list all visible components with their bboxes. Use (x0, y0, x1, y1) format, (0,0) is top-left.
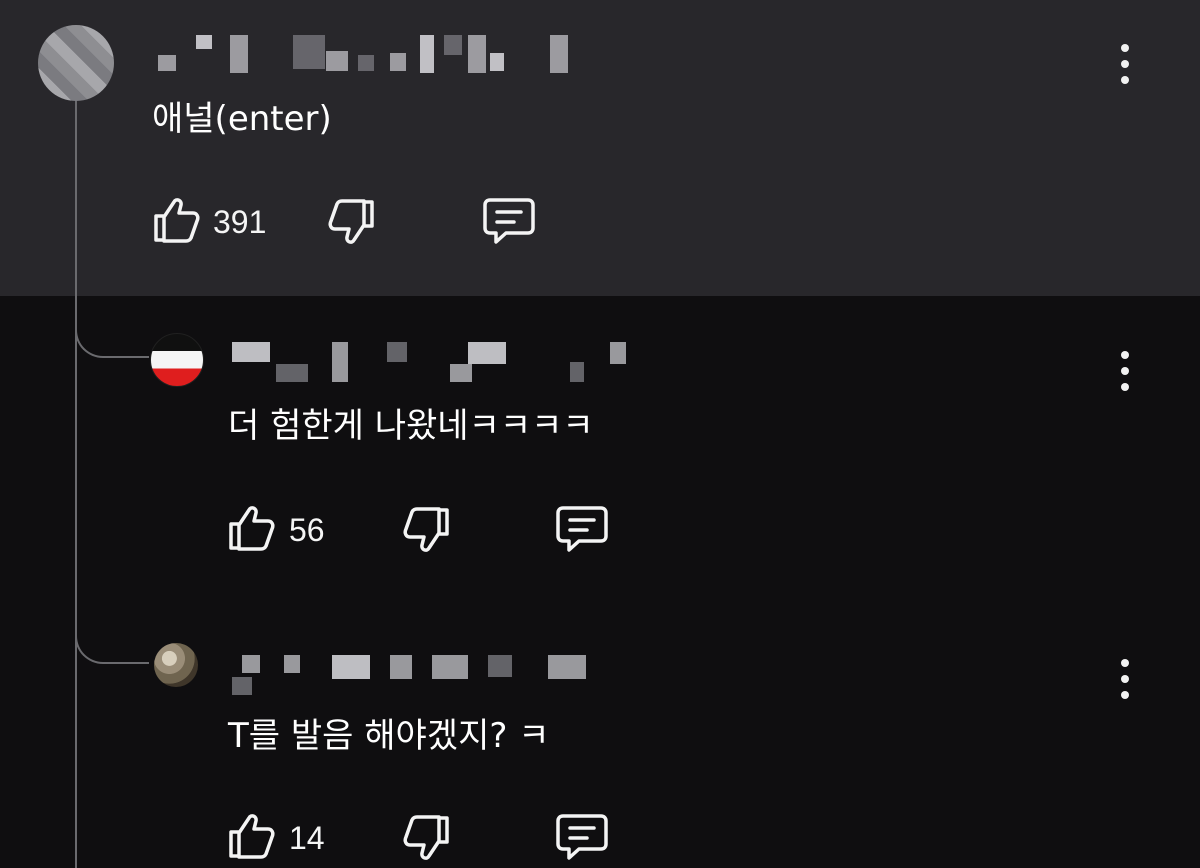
comment-actions: 391 (150, 193, 550, 249)
like-count: 56 (289, 512, 325, 548)
thumb-up-icon[interactable] (225, 809, 275, 863)
reply-icon[interactable] (555, 812, 609, 862)
avatar[interactable] (150, 333, 204, 387)
comment-text: 더 험한게 나왔네ㅋㅋㅋㅋ (228, 406, 594, 446)
thread-line (75, 100, 77, 868)
thumb-up-icon[interactable] (225, 501, 275, 555)
comment-text: 애널(enter) (152, 99, 332, 139)
comment-actions: 56 (225, 501, 625, 557)
author-name-redacted[interactable] (232, 655, 602, 711)
more-options-button[interactable] (1113, 656, 1137, 704)
more-options-button[interactable] (1113, 41, 1137, 89)
author-name-redacted[interactable] (158, 35, 578, 91)
reply-icon[interactable] (482, 196, 536, 246)
more-options-button[interactable] (1113, 348, 1137, 396)
thumb-down-icon[interactable] (403, 812, 453, 866)
comment-thread: 애널(enter) 391 더 험한게 나왔네ㅋㅋㅋㅋ 56 T를 발음 해야겠… (0, 0, 1200, 868)
reply-connector (75, 622, 149, 664)
thumb-down-icon[interactable] (403, 504, 453, 558)
avatar[interactable] (38, 25, 114, 101)
reply-icon[interactable] (555, 504, 609, 554)
author-name-redacted[interactable] (232, 342, 642, 398)
comment-actions: 14 (225, 809, 625, 865)
like-count: 14 (289, 820, 325, 856)
thumb-up-icon[interactable] (150, 193, 200, 247)
reply-connector (75, 316, 149, 358)
like-count: 391 (213, 204, 267, 240)
avatar[interactable] (154, 643, 198, 687)
thumb-down-icon[interactable] (328, 196, 378, 250)
comment-text: T를 발음 해야겠지? ㅋ (228, 716, 550, 756)
